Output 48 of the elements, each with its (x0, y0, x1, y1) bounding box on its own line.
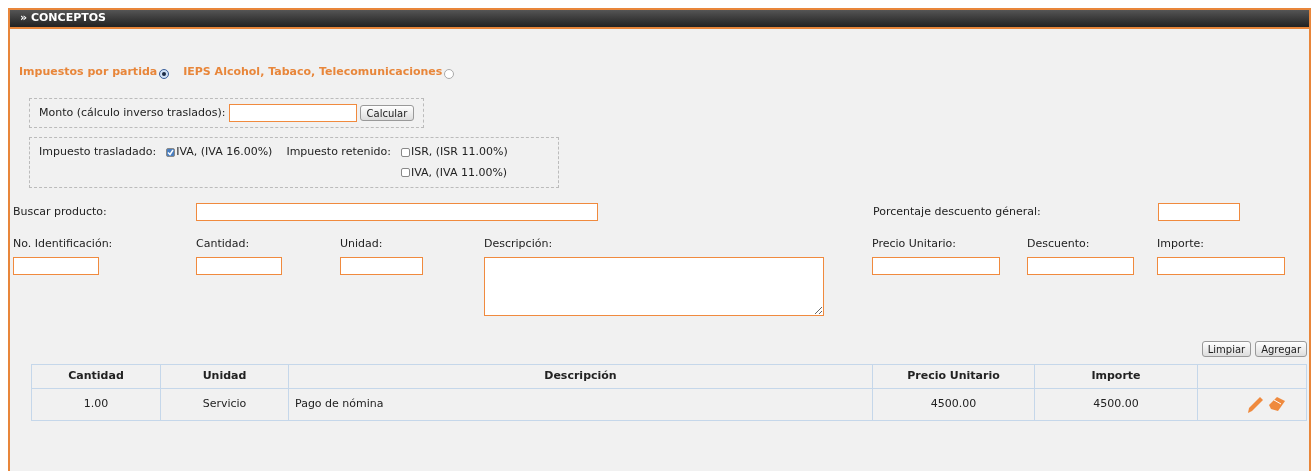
option-label: Impuestos por partida (19, 63, 158, 80)
field-label: Descripción: (484, 236, 554, 252)
column-header: Precio Unitario (872, 364, 1035, 389)
field-label: Unidad: (340, 236, 384, 252)
field-label: Impuesto retenido: (286, 144, 391, 160)
column-header: Importe (1034, 364, 1198, 389)
radio-button[interactable] (444, 69, 455, 79)
checkbox-label: ISR, (ISR 11.00%) (410, 144, 508, 160)
table-cell: 4500.00 (1034, 388, 1198, 421)
input-field[interactable] (1027, 256, 1134, 275)
table-cell: 1.00 (31, 388, 161, 421)
calculate-button[interactable]: Calcular (359, 105, 415, 121)
amount-field[interactable] (228, 104, 357, 122)
eraser-icon[interactable] (1268, 395, 1286, 412)
checkbox-label: IVA, (IVA 11.00%) (410, 164, 508, 181)
checkbox-label: IVA, (IVA 16.00%) (176, 144, 273, 160)
column-header: Cantidad (31, 364, 161, 389)
checkbox[interactable] (166, 147, 176, 157)
table-cell: 4500.00 (872, 388, 1035, 421)
add-button[interactable]: Agregar (1255, 341, 1307, 357)
product-search-field[interactable] (196, 203, 598, 221)
field-label: Buscar producto: (13, 203, 108, 220)
field-label: Precio Unitario: (872, 236, 957, 252)
input-field[interactable] (196, 256, 282, 275)
pencil-icon[interactable] (1246, 395, 1264, 414)
option-label: IEPS Alcohol, Tabaco, Telecomunicaciones (183, 63, 443, 80)
field-label: No. Identificación: (13, 236, 114, 252)
input-field[interactable] (340, 256, 423, 275)
discount-field[interactable] (1158, 203, 1240, 221)
clear-button[interactable]: Limpiar (1201, 341, 1252, 357)
checkbox[interactable] (400, 168, 410, 178)
text-area[interactable] (484, 256, 824, 316)
field-label: Impuesto trasladado: (39, 144, 157, 160)
field-label: Porcentaje descuento géneral: (873, 203, 1042, 220)
field-label: Cantidad: (196, 236, 251, 252)
input-field[interactable] (1157, 256, 1285, 275)
input-field[interactable] (872, 256, 1000, 275)
field-label: Importe: (1157, 236, 1205, 252)
radio-button[interactable] (159, 69, 170, 79)
column-header: Descripción (288, 364, 873, 389)
checkbox[interactable] (400, 147, 410, 157)
table-cell: Pago de nómina (288, 388, 873, 421)
panel-title: » CONCEPTOS (20, 10, 106, 27)
field-label: Monto (cálculo inverso traslados): (39, 104, 226, 121)
field-label: Descuento: (1027, 236, 1091, 252)
input-field[interactable] (13, 256, 99, 275)
column-header: Unidad (160, 364, 289, 389)
table-cell: Servicio (160, 388, 289, 421)
